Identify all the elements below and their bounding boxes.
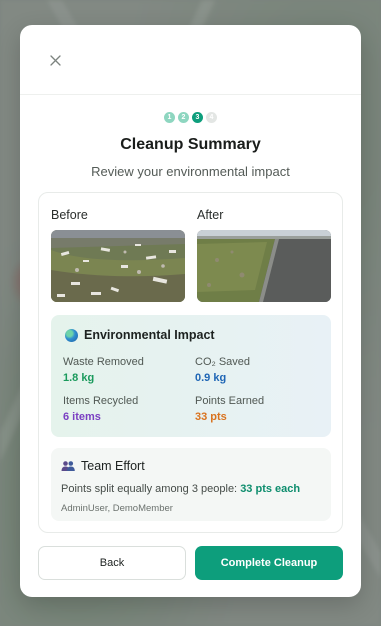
complete-cleanup-button[interactable]: Complete Cleanup [195,546,343,580]
after-photo[interactable] [197,230,331,302]
points-split-text: Points split equally among 3 people: 33 … [61,483,300,495]
step-4: 4 [206,112,217,123]
after-label: After [197,208,224,222]
before-label: Before [51,208,88,222]
impact-title: Environmental Impact [84,328,215,342]
close-icon[interactable] [44,49,66,71]
points-earned-value: 33 pts [195,411,227,423]
points-split-label: Points split equally among 3 people: [61,483,238,495]
cleanup-summary-modal: 1 2 3 4 Cleanup Summary Review your envi… [20,25,361,597]
step-1: 1 [164,112,175,123]
items-recycled-value: 6 items [63,411,101,423]
co2-saved-label: CO₂ Saved [195,356,251,368]
team-title: Team Effort [81,459,145,473]
page-subtitle: Review your environmental impact [91,164,290,179]
step-2: 2 [178,112,189,123]
globe-icon [65,328,78,342]
environmental-impact-panel: Environmental Impact Waste Removed 1.8 k… [51,315,331,437]
waste-removed-label: Waste Removed [63,356,144,368]
before-photo[interactable] [51,230,185,302]
impact-header: Environmental Impact [65,328,215,342]
items-recycled-label: Items Recycled [63,395,139,407]
team-header: Team Effort [61,459,145,473]
points-earned-label: Points Earned [195,395,265,407]
summary-card: Before After Environmental Impact Waste … [38,192,343,533]
people-icon [61,461,75,471]
points-split-value: 33 pts each [240,483,301,495]
team-members: AdminUser, DemoMember [61,503,173,514]
co2-saved-value: 0.9 kg [195,372,227,384]
modal-header [20,25,361,95]
step-indicator: 1 2 3 4 [20,112,361,123]
step-3: 3 [192,112,203,123]
waste-removed-value: 1.8 kg [63,372,95,384]
page-title: Cleanup Summary [120,136,261,153]
back-button[interactable]: Back [38,546,186,580]
team-effort-panel: Team Effort Points split equally among 3… [51,448,331,521]
